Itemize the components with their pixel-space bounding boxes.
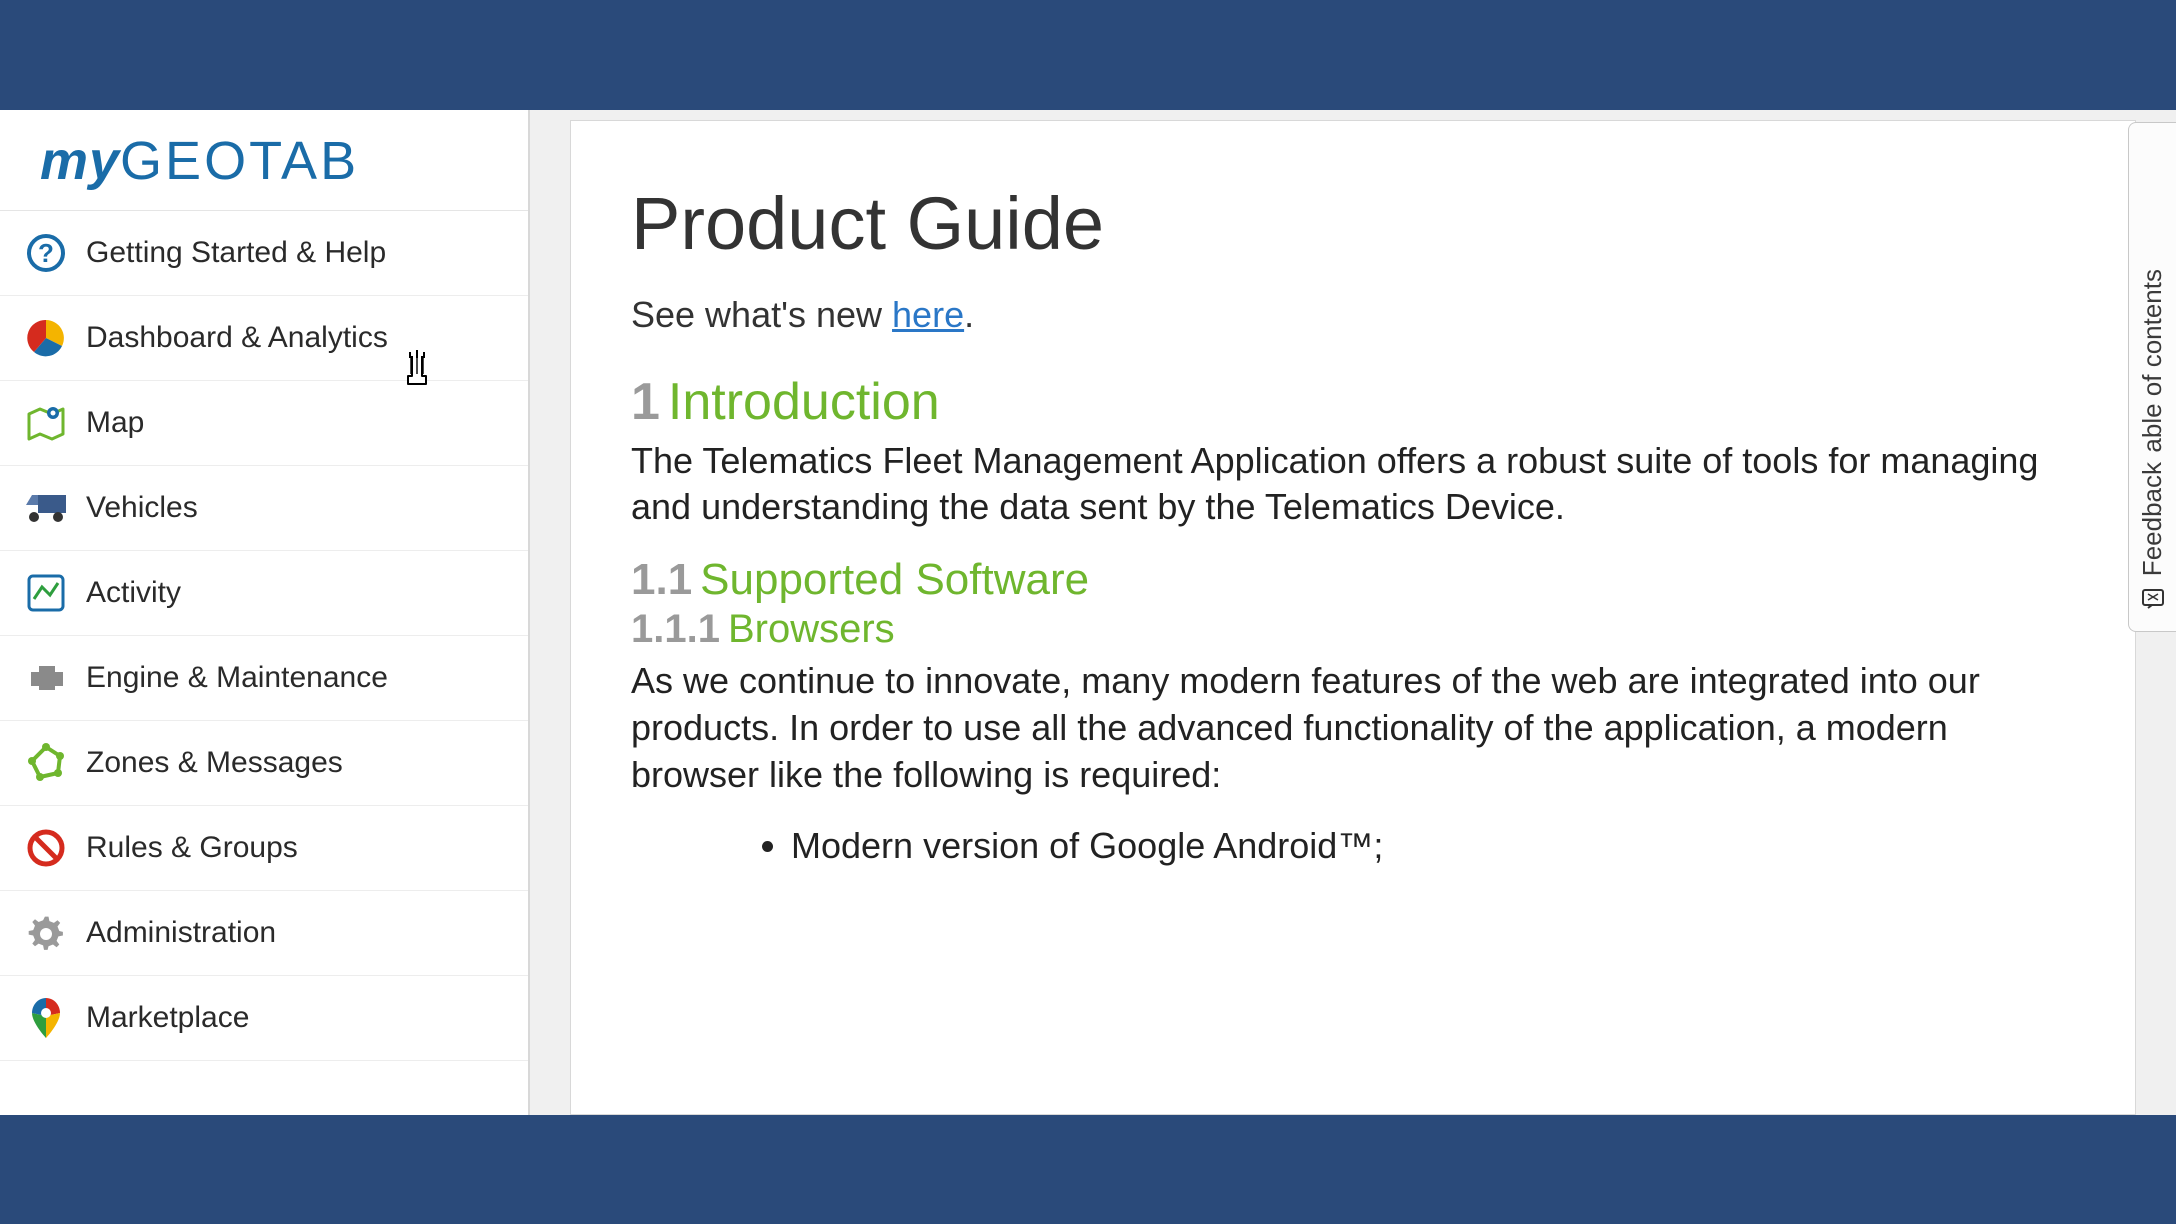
section-1-1-1-heading: 1.1.1Browsers	[631, 607, 2075, 652]
app-frame: myGEOTAB ? Getting Started & Help Dashbo…	[0, 110, 2176, 1115]
activity-icon	[24, 571, 68, 615]
sidebar-item-engine[interactable]: Engine & Maintenance	[0, 636, 528, 721]
section-number: 1	[631, 373, 660, 431]
section-1-1-heading: 1.1Supported Software	[631, 555, 2075, 605]
whats-new-link[interactable]: here	[892, 294, 964, 335]
sidebar-item-label: Activity	[86, 576, 181, 610]
help-icon: ?	[24, 231, 68, 275]
engine-icon	[24, 656, 68, 700]
sidebar-item-label: Marketplace	[86, 1001, 249, 1035]
sidebar-item-label: Administration	[86, 916, 276, 950]
sidebar-item-label: Vehicles	[86, 491, 198, 525]
section-1-heading: 1Introduction	[631, 372, 2075, 432]
sidebar: myGEOTAB ? Getting Started & Help Dashbo…	[0, 110, 530, 1115]
logo-suffix: GEOTAB	[120, 131, 359, 191]
logo: myGEOTAB	[0, 110, 528, 211]
section-number: 1.1.1	[631, 607, 720, 651]
sidebar-item-label: Getting Started & Help	[86, 236, 386, 270]
sidebar-item-label: Map	[86, 406, 144, 440]
sidebar-item-activity[interactable]: Activity	[0, 551, 528, 636]
feedback-icon	[2141, 587, 2165, 617]
sidebar-item-vehicles[interactable]: Vehicles	[0, 466, 528, 551]
sidebar-item-label: Zones & Messages	[86, 746, 343, 780]
truck-icon	[24, 486, 68, 530]
sidebar-item-map[interactable]: Map	[0, 381, 528, 466]
section-number: 1.1	[631, 555, 692, 604]
sidebar-item-rules[interactable]: Rules & Groups	[0, 806, 528, 891]
sidebar-item-label: Engine & Maintenance	[86, 661, 388, 695]
logo-prefix: my	[40, 131, 120, 191]
map-icon	[24, 401, 68, 445]
section-1-1-1-body: As we continue to innovate, many modern …	[631, 658, 2075, 798]
right-side-tab[interactable]: able of contents Feedback	[2128, 122, 2176, 632]
svg-text:?: ?	[38, 238, 54, 268]
page-title: Product Guide	[631, 181, 2075, 266]
section-title: Browsers	[728, 607, 895, 651]
list-item: Modern version of Google Android™;	[791, 822, 2075, 871]
sidebar-item-label: Rules & Groups	[86, 831, 298, 865]
zones-icon	[24, 741, 68, 785]
sidebar-item-label: Dashboard & Analytics	[86, 321, 388, 355]
sidebar-item-zones[interactable]: Zones & Messages	[0, 721, 528, 806]
sidebar-item-marketplace[interactable]: Marketplace	[0, 976, 528, 1061]
toc-tab-label: able of contents	[2137, 269, 2168, 453]
marketplace-icon	[24, 996, 68, 1040]
section-title: Introduction	[668, 373, 940, 431]
whats-new-suffix: .	[964, 294, 974, 335]
whats-new-line: See what's new here.	[631, 294, 2075, 336]
sidebar-item-administration[interactable]: Administration	[0, 891, 528, 976]
gear-icon	[24, 911, 68, 955]
section-title: Supported Software	[700, 555, 1089, 604]
section-1-body: The Telematics Fleet Management Applicat…	[631, 438, 2075, 532]
feedback-tab-label: Feedback	[2137, 462, 2168, 576]
browser-list: Modern version of Google Android™;	[791, 822, 2075, 871]
pie-chart-icon	[24, 316, 68, 360]
sidebar-item-getting-started[interactable]: ? Getting Started & Help	[0, 211, 528, 296]
main-content: Product Guide See what's new here. 1Intr…	[570, 120, 2136, 1115]
sidebar-item-dashboard[interactable]: Dashboard & Analytics	[0, 296, 528, 381]
whats-new-prefix: See what's new	[631, 294, 892, 335]
prohibit-icon	[24, 826, 68, 870]
